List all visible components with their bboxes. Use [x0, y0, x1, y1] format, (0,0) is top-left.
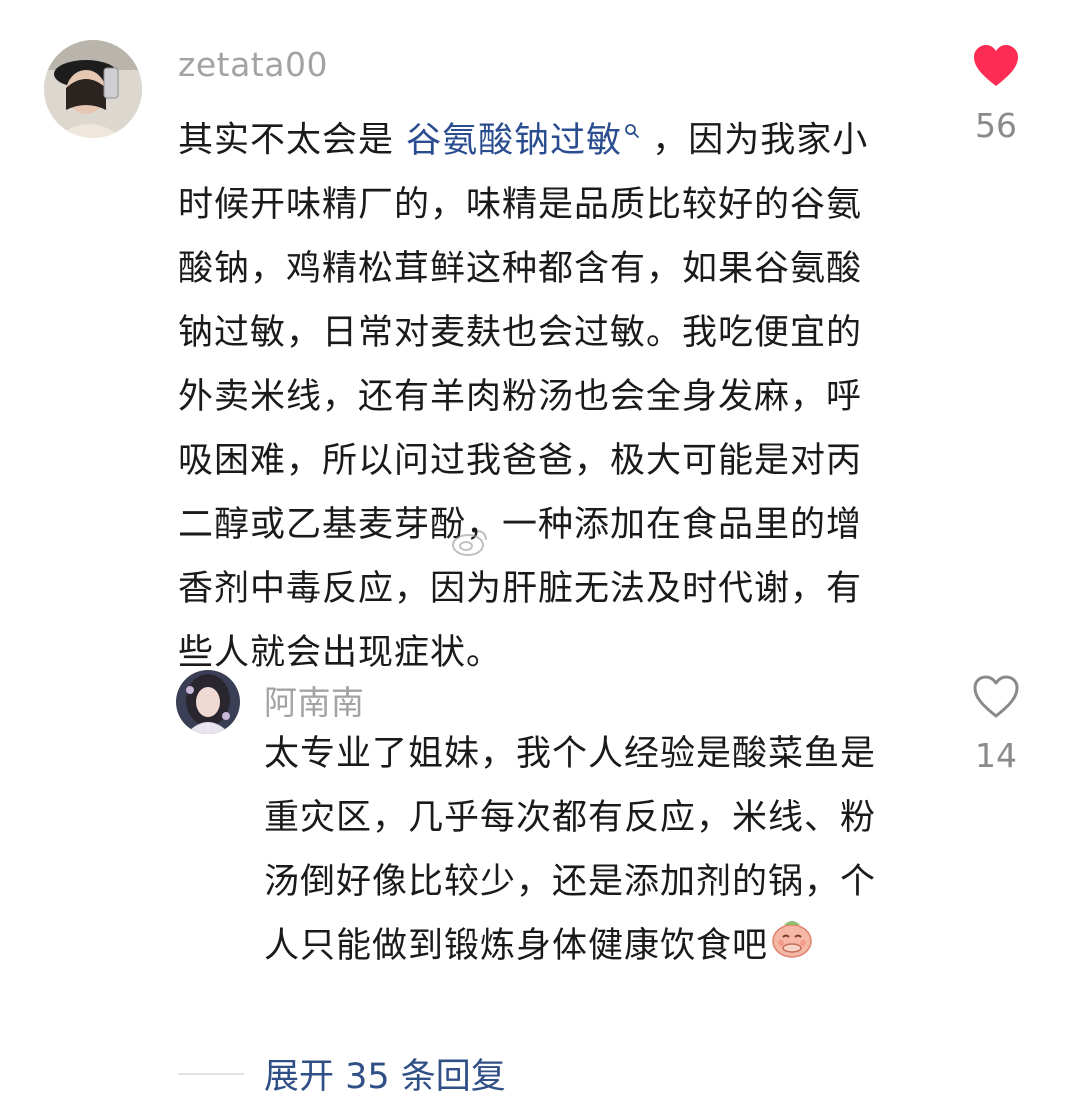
expand-replies-button[interactable]: 展开 35 条回复: [178, 1048, 506, 1099]
search-icon: [624, 96, 640, 160]
comment-username[interactable]: zetata00: [178, 45, 328, 84]
divider: [178, 1072, 244, 1075]
comment-line: 其实不太会是 谷氨酸钠过敏 ，因为我家小: [178, 96, 868, 173]
like-count: 56: [975, 106, 1017, 145]
heart-outline-icon: [973, 675, 1019, 718]
expand-replies-label[interactable]: 展开 35 条回复: [264, 1048, 506, 1099]
comment-line: 钠过敏，日常对麦麸也会过敏。我吃便宜的: [178, 312, 863, 353]
comment-line: 人只能做到锻炼身体健康饮食吧: [264, 914, 876, 980]
reply-text: 太专业了姐妹，我个人经验是酸菜鱼是 重灾区，几乎每次都有反应，米线、粉 汤倒好像…: [264, 722, 876, 980]
sticker-emoji-icon: [770, 915, 814, 980]
like-count: 14: [975, 736, 1017, 775]
weibo-logo-icon: [452, 530, 487, 556]
search-link[interactable]: 谷氨酸钠过敏: [406, 121, 640, 161]
avatar[interactable]: [44, 40, 142, 138]
avatar-image: [176, 670, 240, 734]
avatar[interactable]: [176, 670, 240, 734]
comment-line: 酸钠，鸡精松茸鲜这种都含有，如果谷氨酸: [178, 248, 863, 289]
comment-line: 二醇或乙基麦芽酚，一种添加在食品里的增: [178, 504, 863, 545]
heart-filled-icon: [974, 45, 1018, 86]
comment-line: 重灾区，几乎每次都有反应，米线、粉: [264, 798, 877, 838]
like-button[interactable]: [966, 675, 1026, 723]
comment-line: 时候开味精厂的，味精是品质比较好的谷氨: [178, 184, 863, 225]
comment-line: 吸困难，所以问过我爸爸，极大可能是对丙: [178, 440, 863, 481]
comment-line: 汤倒好像比较少，还是添加剂的锅，个: [264, 862, 877, 902]
reply-username[interactable]: 阿南南: [264, 676, 365, 724]
watermark: [450, 527, 490, 557]
comment-line: 太专业了姐妹，我个人经验是酸菜鱼是: [264, 734, 877, 774]
like-button[interactable]: [966, 44, 1026, 92]
comment-line: 外卖米线，还有羊肉粉汤也会全身发麻，呼: [178, 376, 863, 417]
comment-text: 其实不太会是 谷氨酸钠过敏 ，因为我家小 时候开味精厂的，味精是品质比较好的谷氨…: [178, 96, 868, 685]
avatar-image: [44, 40, 142, 138]
comment-line: 香剂中毒反应，因为肝脏无法及时代谢，有: [178, 568, 863, 609]
